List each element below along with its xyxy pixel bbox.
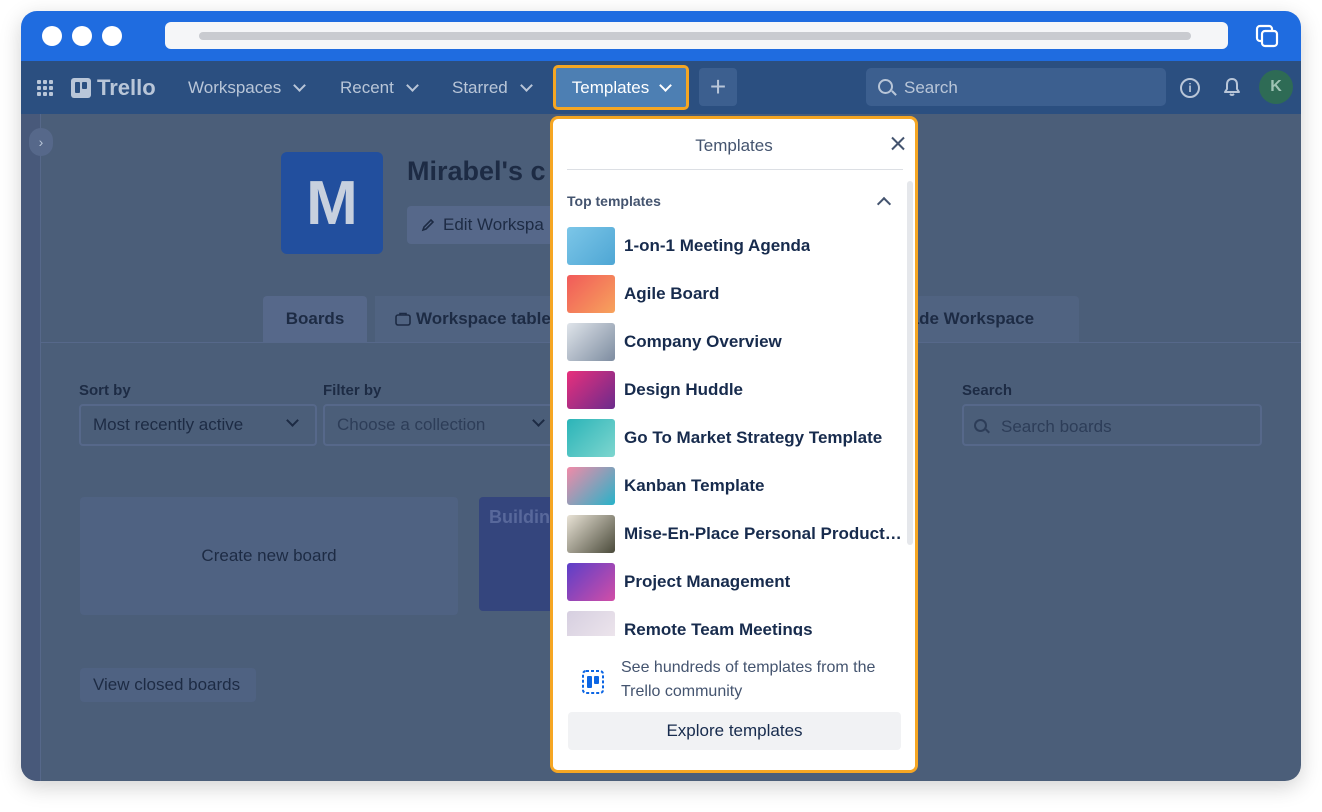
popover-title: Templates bbox=[695, 136, 773, 155]
templates-popover: Templates Top templates 1-on-1 Meeting A… bbox=[550, 116, 918, 773]
filter-select[interactable]: Choose a collection bbox=[323, 404, 563, 446]
search-boards-label: Search bbox=[962, 382, 1013, 399]
sort-label: Sort by bbox=[79, 382, 131, 399]
pencil-icon bbox=[421, 218, 435, 232]
filter-label: Filter by bbox=[323, 382, 382, 399]
workspace-logo: M bbox=[281, 152, 383, 254]
template-item[interactable]: Design Huddle bbox=[567, 366, 903, 414]
chevron-down-icon bbox=[519, 79, 533, 92]
briefcase-icon bbox=[395, 312, 411, 326]
chevron-down-icon bbox=[406, 79, 419, 92]
template-thumbnail bbox=[567, 227, 615, 265]
close-window-dot[interactable] bbox=[42, 26, 62, 46]
template-thumbnail bbox=[567, 323, 615, 361]
template-name: Company Overview bbox=[624, 332, 782, 351]
trello-header: Trello Workspaces Recent Starred Templat… bbox=[21, 61, 1301, 114]
sort-select[interactable]: Most recently active bbox=[79, 404, 317, 446]
template-name: Go To Market Strategy Template bbox=[624, 428, 883, 447]
browser-titlebar bbox=[21, 11, 1301, 61]
template-name: Kanban Template bbox=[624, 476, 765, 495]
popover-divider bbox=[567, 169, 903, 170]
search-icon bbox=[974, 419, 987, 432]
nav-workspaces[interactable]: Workspaces bbox=[188, 78, 307, 98]
chevron-down-icon bbox=[659, 78, 673, 92]
tabs-icon[interactable] bbox=[1255, 24, 1279, 48]
search-icon bbox=[878, 79, 893, 94]
template-name: Remote Team Meetings bbox=[624, 620, 813, 636]
sidebar-collapsed bbox=[21, 114, 41, 781]
close-icon[interactable] bbox=[889, 135, 907, 153]
tab-upgrade-workspace[interactable]: rade Workspace bbox=[901, 296, 1079, 342]
trello-logo-icon bbox=[71, 78, 91, 98]
edit-workspace-button[interactable]: Edit Workspa bbox=[407, 206, 567, 244]
browser-window: Trello Workspaces Recent Starred Templat… bbox=[21, 11, 1301, 781]
template-list: 1-on-1 Meeting Agenda Agile Board Company … bbox=[567, 222, 903, 636]
tab-boards[interactable]: Boards bbox=[263, 296, 367, 342]
templates-label: Templates bbox=[571, 77, 650, 97]
address-bar[interactable] bbox=[165, 22, 1228, 49]
info-icon[interactable]: i bbox=[1180, 78, 1200, 98]
popover-scrollbar[interactable] bbox=[907, 181, 913, 545]
bell-icon[interactable] bbox=[1223, 77, 1241, 97]
footer-description: See hundreds of templates from the Trell… bbox=[621, 659, 876, 700]
maximize-window-dot[interactable] bbox=[102, 26, 122, 46]
template-item[interactable]: Project Management bbox=[567, 558, 903, 606]
view-closed-boards-button[interactable]: View closed boards bbox=[80, 668, 256, 702]
chevron-down-icon bbox=[293, 79, 307, 92]
top-templates-heading: Top templates bbox=[567, 193, 661, 209]
app-switcher-icon[interactable] bbox=[37, 80, 53, 96]
explore-templates-button[interactable]: Explore templates bbox=[568, 712, 901, 750]
chevron-down-icon bbox=[532, 414, 545, 427]
filter-placeholder: Choose a collection bbox=[337, 415, 486, 434]
chevron-up-icon[interactable] bbox=[876, 196, 892, 212]
search-boards-placeholder: Search boards bbox=[1001, 417, 1112, 436]
tab-workspace-table[interactable]: Workspace table bbox=[375, 296, 551, 342]
template-thumbnail bbox=[567, 371, 615, 409]
create-new-board-tile[interactable]: Create new board bbox=[80, 497, 458, 615]
trello-logo-text: Trello bbox=[97, 75, 156, 100]
template-thumbnail bbox=[567, 611, 615, 636]
template-item[interactable]: Kanban Template bbox=[567, 462, 903, 510]
trello-logo[interactable]: Trello bbox=[71, 75, 156, 101]
workspace-name: Mirabel's c bbox=[407, 156, 546, 186]
template-item[interactable]: Go To Market Strategy Template bbox=[567, 414, 903, 462]
template-item[interactable]: Agile Board bbox=[567, 270, 903, 318]
template-name: Project Management bbox=[624, 572, 791, 591]
tab-workspace-table-label: Workspace table bbox=[416, 309, 551, 328]
user-avatar[interactable]: K bbox=[1259, 70, 1293, 104]
template-name: Design Huddle bbox=[624, 380, 744, 399]
template-name: Mise-En-Place Personal Productivity Syst… bbox=[624, 524, 903, 543]
template-item[interactable]: 1-on-1 Meeting Agenda bbox=[567, 222, 903, 270]
nav-starred[interactable]: Starred bbox=[452, 78, 533, 98]
address-bar-placeholder bbox=[199, 32, 1191, 40]
popover-footer: See hundreds of templates from the Trell… bbox=[553, 637, 915, 770]
template-item[interactable]: Company Overview bbox=[567, 318, 903, 366]
sort-value: Most recently active bbox=[93, 415, 244, 434]
expand-sidebar-button[interactable]: › bbox=[29, 128, 53, 156]
chevron-down-icon bbox=[286, 414, 299, 427]
minimize-window-dot[interactable] bbox=[72, 26, 92, 46]
template-thumbnail bbox=[567, 515, 615, 553]
template-thumbnail bbox=[567, 467, 615, 505]
nav-recent[interactable]: Recent bbox=[340, 78, 419, 98]
edit-workspace-label: Edit Workspa bbox=[443, 215, 544, 234]
header-search-input[interactable]: Search bbox=[866, 68, 1166, 106]
create-plus-button[interactable]: + bbox=[699, 68, 737, 106]
search-boards-input[interactable]: Search boards bbox=[962, 404, 1262, 446]
template-name: 1-on-1 Meeting Agenda bbox=[624, 236, 811, 255]
template-board-icon bbox=[582, 670, 604, 694]
template-item[interactable]: Mise-En-Place Personal Productivity Syst… bbox=[567, 510, 903, 558]
template-thumbnail bbox=[567, 563, 615, 601]
template-item[interactable]: Remote Team Meetings bbox=[567, 606, 903, 636]
header-search-placeholder: Search bbox=[904, 78, 958, 97]
template-thumbnail bbox=[567, 275, 615, 313]
nav-templates-button[interactable]: Templates bbox=[553, 65, 689, 110]
template-thumbnail bbox=[567, 419, 615, 457]
template-name: Agile Board bbox=[624, 284, 720, 303]
